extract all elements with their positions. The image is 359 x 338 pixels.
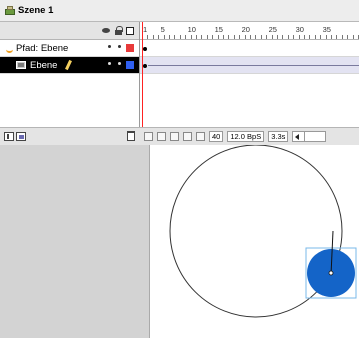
- current-frame: 40: [209, 131, 224, 142]
- ruler-tick: [325, 35, 327, 39]
- frame-ruler[interactable]: 1 5 10 15 20 25 30 35: [140, 22, 359, 40]
- scene-title[interactable]: Szene 1: [18, 5, 53, 16]
- ruler-tick: [152, 35, 154, 39]
- ruler-label: 20: [241, 25, 250, 34]
- frames-panel: 1 5 10 15 20 25 30 35 40 12.0 BpS 3.3s: [140, 22, 359, 145]
- pencil-icon: [65, 59, 72, 71]
- layer-panel: Pfad: Ebene Ebene: [0, 22, 140, 145]
- stage-area: [0, 145, 359, 338]
- lock-layers-icon[interactable]: [115, 26, 123, 35]
- ruler-tick: [314, 35, 316, 39]
- add-motion-guide-icon[interactable]: [16, 132, 26, 141]
- ruler-tick: [179, 35, 181, 39]
- ruler-tick: [147, 35, 149, 39]
- ruler-tick: [320, 35, 322, 39]
- ruler-label: 30: [295, 25, 304, 34]
- keyframe[interactable]: [143, 47, 147, 51]
- ruler-tick: [228, 35, 230, 39]
- timeline-panel: Pfad: Ebene Ebene 15101520253035: [0, 22, 359, 145]
- ruler-tick: [266, 35, 268, 39]
- layer-row-motion-guide[interactable]: Pfad: Ebene: [0, 40, 139, 57]
- ruler-label: 35: [322, 25, 331, 34]
- keyframe[interactable]: [143, 64, 147, 68]
- scene-icon: [5, 6, 15, 15]
- ruler-tick: [304, 35, 305, 39]
- ruler-tick: [239, 35, 241, 39]
- lock-dot[interactable]: [118, 62, 121, 65]
- ruler-tick: [190, 35, 192, 39]
- show-hide-layers-icon[interactable]: [102, 27, 111, 34]
- ruler-tick: [174, 35, 176, 39]
- center-frame-icon[interactable]: [144, 132, 153, 141]
- ruler-tick: [341, 35, 343, 39]
- layer-color-swatch[interactable]: [126, 44, 134, 52]
- ruler-tick: [158, 35, 160, 39]
- stage-canvas[interactable]: [0, 145, 359, 338]
- ruler-tick: [206, 35, 208, 39]
- timeline-horizontal-scrollbar[interactable]: [292, 131, 327, 142]
- layer-row-ebene[interactable]: Ebene: [0, 57, 139, 74]
- layer-name: Ebene: [30, 59, 58, 71]
- ruler-tick: [223, 35, 224, 39]
- frame-row-ebene[interactable]: [140, 57, 359, 74]
- frame-rate: 12.0 BpS: [227, 131, 265, 142]
- ruler-tick: [255, 35, 257, 39]
- ruler-tick: [271, 35, 273, 39]
- layer-icon: [16, 61, 26, 69]
- onion-skin-icon[interactable]: [157, 132, 166, 141]
- delete-layer-icon[interactable]: [127, 131, 135, 141]
- ruler-tick: [277, 35, 278, 39]
- playhead[interactable]: [142, 22, 143, 127]
- ruler-tick: [293, 35, 295, 39]
- motion-tween-line: [148, 65, 359, 66]
- ruler-tick: [336, 35, 338, 39]
- ruler-tick: [250, 35, 251, 39]
- ruler-tick: [201, 35, 203, 39]
- frame-row-motion-guide[interactable]: [140, 40, 359, 57]
- registration-point: [328, 270, 334, 276]
- layer-header: [0, 22, 139, 40]
- motion-guide-icon: [6, 45, 13, 53]
- ruler-tick: [185, 35, 187, 39]
- add-layer-icon[interactable]: [4, 132, 14, 141]
- ruler-tick: [244, 35, 246, 39]
- lock-dot[interactable]: [118, 45, 121, 48]
- layer-color-swatch[interactable]: [126, 61, 134, 69]
- ruler-tick: [260, 35, 262, 39]
- layer-name: Pfad: Ebene: [16, 42, 69, 54]
- ruler-tick: [196, 35, 197, 39]
- ruler-label: 5: [160, 25, 165, 34]
- edit-multiple-frames-icon[interactable]: [183, 132, 192, 141]
- ruler-label: 15: [214, 25, 223, 34]
- ruler-label: 10: [187, 25, 196, 34]
- ruler-tick: [163, 35, 165, 39]
- scene-bar: Szene 1: [0, 0, 359, 22]
- layer-footer: [0, 127, 140, 145]
- modify-onion-markers-icon[interactable]: [196, 132, 205, 141]
- ruler-tick: [212, 35, 214, 39]
- ruler-tick: [169, 35, 170, 39]
- ruler-tick: [233, 35, 235, 39]
- elapsed-time: 3.3s: [268, 131, 289, 142]
- onion-skin-outlines-icon[interactable]: [170, 132, 179, 141]
- ruler-tick: [217, 35, 219, 39]
- ruler-label: 1: [143, 25, 148, 34]
- ruler-tick: [347, 35, 349, 39]
- visibility-dot[interactable]: [108, 62, 111, 65]
- visibility-dot[interactable]: [108, 45, 111, 48]
- ruler-tick: [331, 35, 332, 39]
- ruler-tick: [352, 35, 354, 39]
- timeline-status-bar: 40 12.0 BpS 3.3s: [140, 127, 359, 145]
- ruler-tick: [282, 35, 284, 39]
- ruler-tick: [298, 35, 300, 39]
- ruler-tick: [309, 35, 311, 39]
- ruler-tick: [287, 35, 289, 39]
- outline-layers-icon[interactable]: [126, 26, 134, 35]
- ruler-label: 25: [268, 25, 277, 34]
